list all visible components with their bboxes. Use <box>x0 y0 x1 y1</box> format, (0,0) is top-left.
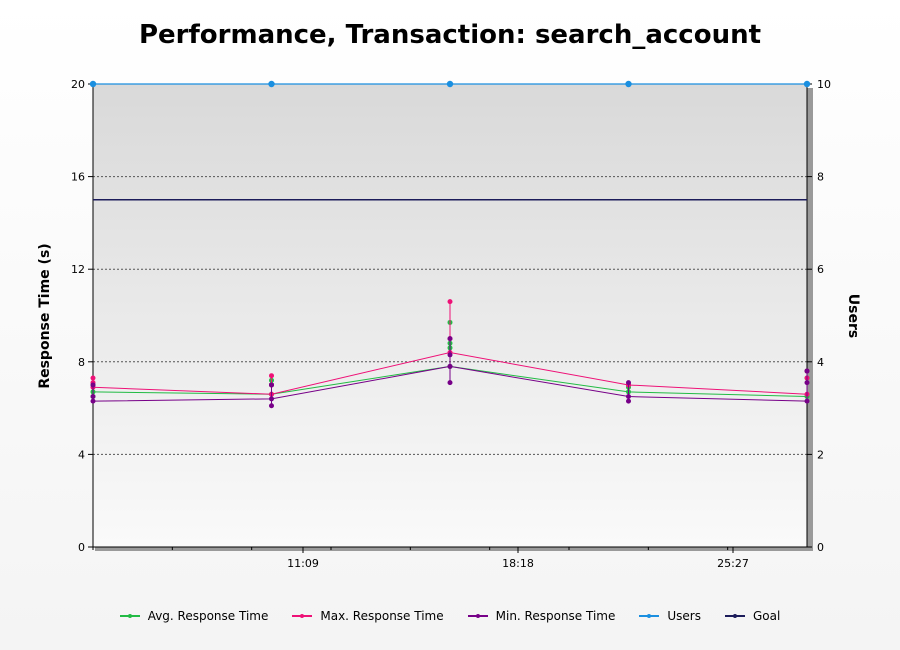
legend-item: Max. Response Time <box>292 609 444 623</box>
min-response-time-point <box>90 394 96 400</box>
x-tick-label: 18:18 <box>502 557 534 570</box>
min-response-time-point <box>269 396 274 402</box>
max-response-time-point <box>269 373 274 379</box>
min-response-time-point <box>626 394 631 400</box>
y2-tick-label: 10 <box>817 78 831 91</box>
y-tick-label: 12 <box>71 263 85 276</box>
legend-label: Max. Response Time <box>320 609 444 623</box>
legend-label: Users <box>667 609 701 623</box>
min-response-time-point <box>447 363 453 369</box>
legend-label: Avg. Response Time <box>147 609 269 623</box>
y-tick-label: 0 <box>78 541 85 554</box>
legend-swatch <box>639 614 660 618</box>
min-response-time-point <box>90 398 96 404</box>
legend-item: Goal <box>724 609 781 623</box>
users-point <box>625 80 632 88</box>
y-tick-label: 4 <box>78 448 85 461</box>
min-response-time-point <box>804 380 810 386</box>
legend-item: Avg. Response Time <box>119 609 269 623</box>
legend-label: Min. Response Time <box>495 609 616 623</box>
x-tick-label: 11:09 <box>287 557 319 570</box>
legend-swatch <box>724 614 745 618</box>
min-response-time-point <box>626 380 631 386</box>
legend: Avg. Response Time Max. Response Time Min.… <box>0 606 900 626</box>
max-response-time-point <box>447 299 453 305</box>
users-point <box>446 80 454 88</box>
min-response-time-point <box>626 398 631 404</box>
min-response-time-point <box>447 352 453 358</box>
min-response-time-point <box>90 382 96 388</box>
y2-tick-label: 0 <box>817 541 824 554</box>
min-response-time-point <box>269 403 274 409</box>
legend-swatch <box>119 614 140 618</box>
users-point <box>89 80 97 88</box>
min-response-time-point <box>804 398 810 404</box>
min-response-time-point <box>804 368 810 374</box>
x-tick-label: 25:27 <box>717 557 749 570</box>
max-response-time-point <box>90 375 96 381</box>
y2-tick-label: 6 <box>817 263 824 276</box>
y-tick-label: 20 <box>71 78 85 91</box>
min-response-time-point <box>447 336 453 342</box>
y2-tick-label: 2 <box>817 448 824 461</box>
y-tick-label: 16 <box>71 171 85 184</box>
y2-tick-label: 8 <box>817 171 824 184</box>
users-point <box>268 80 275 88</box>
legend-label: Goal <box>752 609 781 623</box>
y2-tick-label: 4 <box>817 356 824 369</box>
min-response-time-point <box>447 380 453 386</box>
y-tick-label: 8 <box>78 356 85 369</box>
plot-area: 0 4 8 12 16 20 0 2 4 6 8 10 11:09 18:18 25:27 <box>71 78 831 570</box>
legend-swatch <box>292 614 313 618</box>
legend-swatch <box>467 614 488 618</box>
users-point <box>803 80 811 88</box>
legend-item: Users <box>639 609 701 623</box>
min-response-time-point <box>269 382 274 388</box>
legend-item: Min. Response Time <box>467 609 616 623</box>
